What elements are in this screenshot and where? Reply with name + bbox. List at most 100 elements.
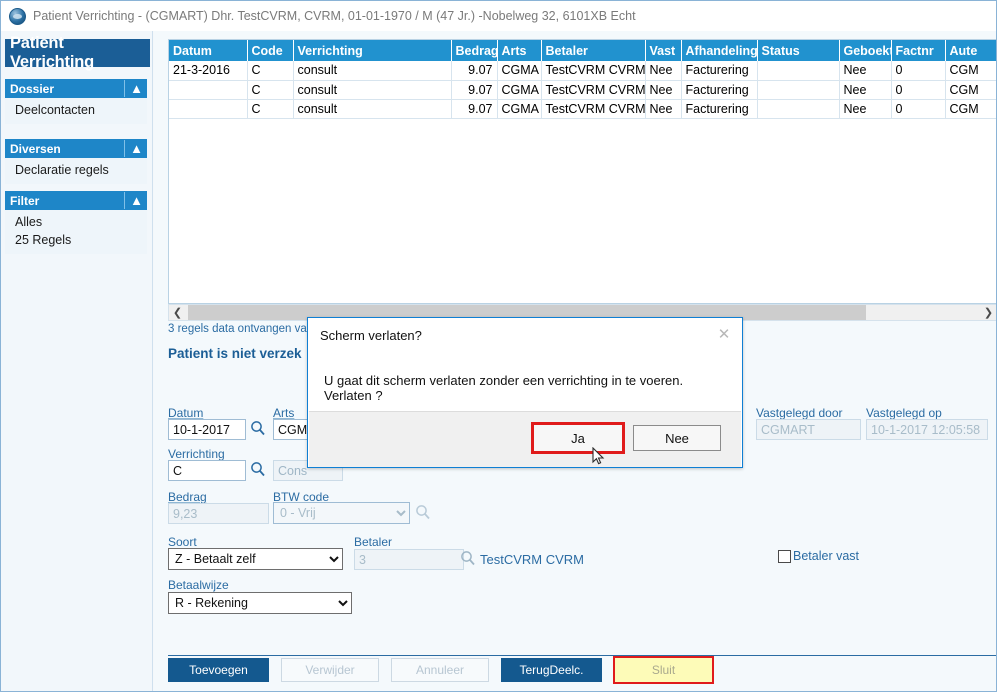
checkbox-box[interactable] <box>778 549 791 563</box>
close-icon[interactable]: ✕ <box>714 324 734 344</box>
sidebar-item-deelcontacten[interactable]: Deelcontacten <box>5 101 147 119</box>
sidebar-panel-dossier: Dossier ▲ Deelcontacten <box>5 79 147 124</box>
cell-status <box>757 99 840 119</box>
chevron-left-icon[interactable]: ❮ <box>169 305 186 320</box>
cell-vast: Nee <box>645 80 682 100</box>
column-header-status[interactable]: Status <box>757 40 840 61</box>
dialog-ja-button[interactable]: Ja <box>531 422 625 454</box>
label-betaler: Betaler <box>354 535 393 549</box>
column-header-betaler[interactable]: Betaler <box>541 40 646 61</box>
label-soort: Soort <box>168 535 197 549</box>
page-title: Patient Verrichting <box>5 34 150 71</box>
cell-afhandeling: Facturering <box>681 61 758 81</box>
terugdeelc-button[interactable]: TerugDeelc. <box>501 658 602 682</box>
sidebar-panel-header-filter[interactable]: Filter ▲ <box>5 191 147 210</box>
toevoegen-button[interactable]: Toevoegen <box>168 658 269 682</box>
scherm-verlaten-dialog: Scherm verlaten? ✕ U gaat dit scherm ver… <box>307 317 743 468</box>
cell-auteur: CGM <box>945 99 996 119</box>
table-row[interactable]: 21-3-2016 C consult 9.07 CGMA TestCVRM C… <box>169 61 996 81</box>
magnifier-icon[interactable] <box>250 461 266 478</box>
cell-factnr: 0 <box>891 61 946 81</box>
sidebar-panel-label-filter: Filter <box>10 193 40 208</box>
bedrag-input[interactable]: 9,23 <box>168 503 269 524</box>
dialog-title: Scherm verlaten? <box>320 328 422 343</box>
column-header-auteur[interactable]: Aute <box>945 40 996 61</box>
sluit-button[interactable]: Sluit <box>613 656 714 684</box>
cell-arts: CGMA <box>497 80 542 100</box>
sidebar-panel-header-dossier[interactable]: Dossier ▲ <box>5 79 147 98</box>
dialog-message: U gaat dit scherm verlaten zonder een ve… <box>324 373 684 403</box>
cell-arts: CGMA <box>497 61 542 81</box>
label-vastgelegd-door: Vastgelegd door <box>756 406 843 420</box>
table-row[interactable]: C consult 9.07 CGMA TestCVRM CVRM Nee Fa… <box>169 80 996 100</box>
sidebar-item-declaratie-regels[interactable]: Declaratie regels <box>5 161 147 179</box>
table-header-row: Datum Code Verrichting Bedrag Arts Betal… <box>169 40 996 61</box>
betaler-vast-checkbox[interactable]: Betaler vast <box>778 549 859 563</box>
window-titlebar: Patient Verrichting - (CGMART) Dhr. Test… <box>1 1 996 31</box>
cell-bedrag: 9.07 <box>451 61 498 81</box>
cell-factnr: 0 <box>891 80 946 100</box>
column-header-afhandeling[interactable]: Afhandeling <box>681 40 758 61</box>
betaalwijze-select[interactable]: R - Rekening <box>168 592 352 614</box>
column-header-factnr[interactable]: Factnr <box>891 40 946 61</box>
datum-input[interactable]: 10-1-2017 <box>168 419 246 440</box>
chevron-up-icon[interactable]: ▲ <box>124 192 143 209</box>
cell-auteur: CGM <box>945 80 996 100</box>
verwijder-button[interactable]: Verwijder <box>281 658 379 682</box>
magnifier-icon[interactable] <box>460 550 476 567</box>
cell-geboekt: Nee <box>839 61 892 81</box>
cell-verrichting: consult <box>293 61 452 81</box>
sidebar-panel-label-dossier: Dossier <box>10 81 55 96</box>
cell-vast: Nee <box>645 99 682 119</box>
insurance-warning-heading: Patient is niet verzek <box>168 346 302 361</box>
soort-select[interactable]: Z - Betaalt zelf <box>168 548 343 570</box>
mouse-cursor <box>592 446 605 466</box>
sidebar-panel-header-diversen[interactable]: Diversen ▲ <box>5 139 147 158</box>
status-line: 3 regels data ontvangen va <box>168 323 307 335</box>
cell-betaler: TestCVRM CVRM <box>541 80 646 100</box>
chevron-up-icon[interactable]: ▲ <box>124 80 143 97</box>
patient-verrichting-window: Patient Verrichting - (CGMART) Dhr. Test… <box>0 0 997 692</box>
column-header-vast[interactable]: Vast <box>645 40 682 61</box>
label-datum: Datum <box>168 406 204 420</box>
label-betaalwijze: Betaalwijze <box>168 578 229 592</box>
label-verrichting: Verrichting <box>168 447 225 461</box>
magnifier-icon[interactable] <box>415 504 431 521</box>
sidebar-panel-body-filter: Alles 25 Regels <box>5 210 147 254</box>
dialog-footer: Ja Nee <box>309 411 741 467</box>
btw-code-select[interactable]: 0 - Vrij <box>273 502 410 524</box>
cell-betaler: TestCVRM CVRM <box>541 99 646 119</box>
column-header-verrichting[interactable]: Verrichting <box>293 40 452 61</box>
cell-datum: 21-3-2016 <box>169 61 248 81</box>
sidebar-panel-filter: Filter ▲ Alles 25 Regels <box>5 191 147 254</box>
cell-datum <box>169 80 248 100</box>
cell-datum <box>169 99 248 119</box>
column-header-arts[interactable]: Arts <box>497 40 542 61</box>
label-arts: Arts <box>273 406 295 420</box>
verrichting-code-input[interactable]: C <box>168 460 246 481</box>
sidebar-panel-diversen: Diversen ▲ Declaratie regels <box>5 139 147 184</box>
cell-afhandeling: Facturering <box>681 99 758 119</box>
cell-auteur: CGM <box>945 61 996 81</box>
sidebar-item-alles[interactable]: Alles <box>5 213 147 231</box>
annuleer-button[interactable]: Annuleer <box>391 658 489 682</box>
magnifier-icon[interactable] <box>250 420 266 437</box>
verrichtingen-grid: Datum Code Verrichting Bedrag Arts Betal… <box>168 39 996 304</box>
label-vastgelegd-op: Vastgelegd op <box>866 406 942 420</box>
cell-verrichting: consult <box>293 99 452 119</box>
chevron-up-icon[interactable]: ▲ <box>124 140 143 157</box>
chevron-right-icon[interactable]: ❯ <box>980 305 996 320</box>
cell-bedrag: 9.07 <box>451 99 498 119</box>
sidebar-item-25-regels[interactable]: 25 Regels <box>5 231 147 249</box>
table-row[interactable]: C consult 9.07 CGMA TestCVRM CVRM Nee Fa… <box>169 99 996 119</box>
column-header-geboekt[interactable]: Geboekt <box>839 40 892 61</box>
column-header-code[interactable]: Code <box>247 40 294 61</box>
column-header-datum[interactable]: Datum <box>169 40 248 61</box>
app-globe-icon <box>9 7 26 25</box>
cell-code: C <box>247 99 294 119</box>
betaler-input[interactable]: 3 <box>354 549 464 570</box>
cell-status <box>757 80 840 100</box>
betaler-name: TestCVRM CVRM <box>480 552 585 567</box>
dialog-nee-button[interactable]: Nee <box>633 425 721 451</box>
column-header-bedrag[interactable]: Bedrag <box>451 40 498 61</box>
